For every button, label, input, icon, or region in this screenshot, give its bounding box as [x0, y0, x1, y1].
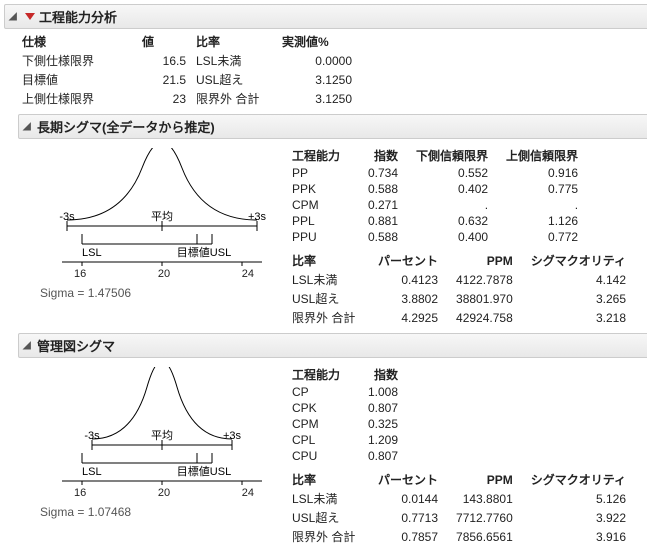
svg-text:+3s: +3s: [248, 211, 267, 223]
svg-text:平均: 平均: [151, 429, 173, 442]
svg-text:-3s: -3s: [84, 430, 100, 442]
table-row: 上側仕様限界 23 限界外 合計 3.1250: [22, 89, 362, 108]
col-spec: 仕様: [22, 32, 142, 51]
section-header-main[interactable]: ◢ 工程能力分析: [4, 4, 647, 29]
table-row: CP1.008: [292, 384, 402, 400]
svg-text:+3s: +3s: [223, 430, 242, 442]
chevron-down-icon[interactable]: ◢: [23, 340, 33, 351]
table-row: 限界外 合計4.292542924.7583.218: [292, 308, 630, 327]
sigma-value: Sigma = 1.47506: [40, 286, 282, 300]
table-row: USL超え0.77137712.77603.922: [292, 508, 630, 527]
svg-text:LSL: LSL: [82, 247, 102, 259]
col-ratio: 比率: [196, 32, 282, 51]
distribution-chart-control: -3s 平均 +3s LSL 目標値USL 16 20 24 Sigma = 1…: [32, 361, 282, 523]
chevron-down-icon[interactable]: ◢: [23, 121, 33, 132]
chevron-down-icon[interactable]: ◢: [9, 11, 19, 22]
table-row: PP0.7340.5520.916: [292, 165, 582, 181]
svg-text:LSL: LSL: [82, 466, 102, 478]
distribution-chart-longterm: -3s 平均 +3s LSL 目標値USL 16 20 24: [32, 142, 282, 304]
table-row: 目標値 21.5 USL超え 3.1250: [22, 70, 362, 89]
table-row: CPM0.271..: [292, 197, 582, 213]
capability-table-control: 工程能力 指数 CP1.008 CPK0.807 CPM0.325 CPL1.2…: [292, 365, 402, 464]
col-obs: 実測値%: [282, 32, 362, 51]
rate-table-longterm: 比率 パーセント PPM シグマクオリティ LSL未満0.41234122.78…: [292, 251, 630, 327]
sigma-value: Sigma = 1.07468: [40, 505, 282, 519]
svg-text:-3s: -3s: [59, 211, 75, 223]
table-row: USL超え3.880238801.9703.265: [292, 289, 630, 308]
table-row: PPU0.5880.4000.772: [292, 229, 582, 245]
table-row: LSL未満0.41234122.78784.142: [292, 270, 630, 289]
section-header-longterm[interactable]: ◢ 長期シグマ(全データから推定): [18, 114, 647, 139]
table-row: 下側仕様限界 16.5 LSL未満 0.0000: [22, 51, 362, 70]
table-row: CPL1.209: [292, 432, 402, 448]
col-value: 値: [142, 32, 196, 51]
section-header-control[interactable]: ◢ 管理図シグマ: [18, 333, 647, 358]
svg-text:目標値USL: 目標値USL: [177, 245, 231, 259]
table-row: LSL未満0.0144143.88015.126: [292, 489, 630, 508]
spec-table: 仕様 値 比率 実測値% 下側仕様限界 16.5 LSL未満 0.0000 目標…: [22, 32, 362, 108]
capability-table-longterm: 工程能力 指数 下側信頼限界 上側信頼限界 PP0.7340.5520.916 …: [292, 146, 582, 245]
section-title: 長期シグマ(全データから推定): [37, 117, 215, 136]
hotspot-icon[interactable]: [25, 13, 35, 20]
table-row: PPL0.8810.6321.126: [292, 213, 582, 229]
table-row: CPU0.807: [292, 448, 402, 464]
rate-table-control: 比率 パーセント PPM シグマクオリティ LSL未満0.0144143.880…: [292, 470, 630, 546]
table-row: CPM0.325: [292, 416, 402, 432]
section-title: 管理図シグマ: [37, 336, 115, 355]
table-row: CPK0.807: [292, 400, 402, 416]
svg-text:目標値USL: 目標値USL: [177, 464, 231, 478]
section-title: 工程能力分析: [39, 7, 117, 26]
table-row: PPK0.5880.4020.775: [292, 181, 582, 197]
svg-text:平均: 平均: [151, 210, 173, 223]
table-row: 限界外 合計0.78577856.65613.916: [292, 527, 630, 546]
